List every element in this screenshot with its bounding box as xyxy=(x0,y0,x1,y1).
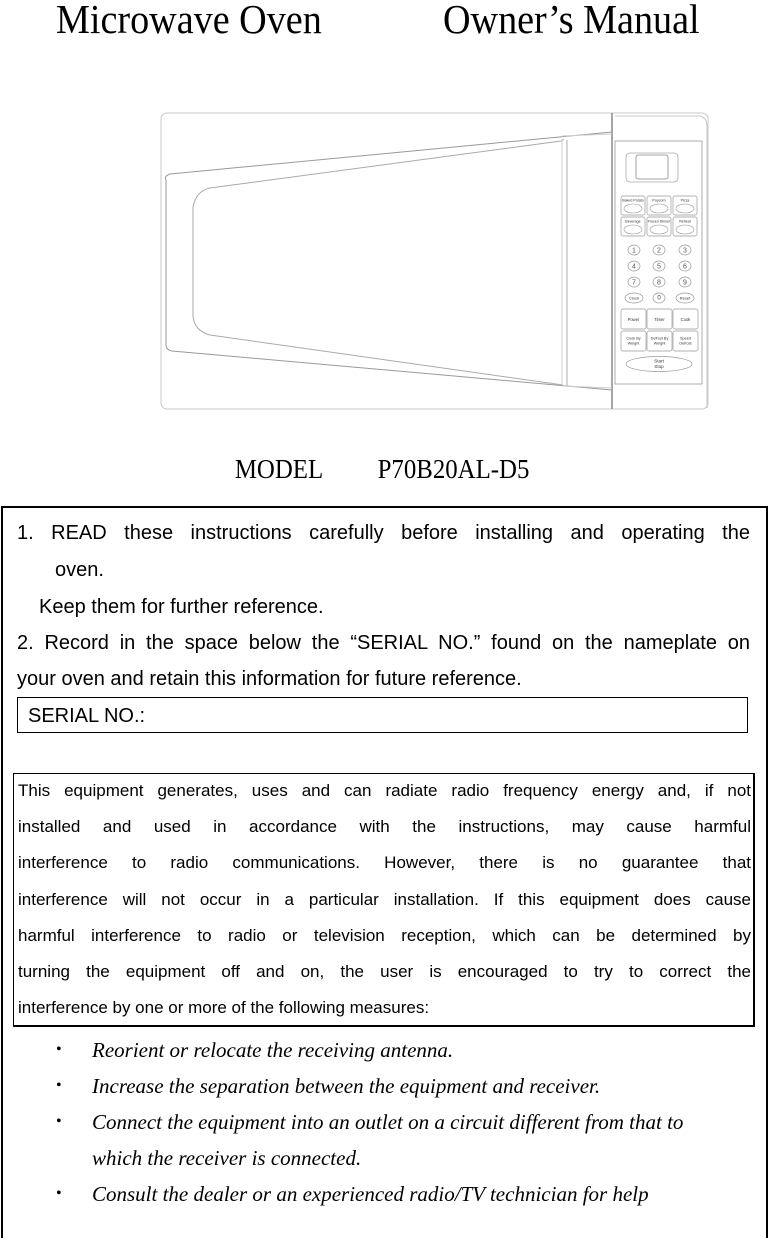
weight-button-label: Cook By xyxy=(626,337,640,341)
microwave-oven-icon: Baked Potato Popcorn Pizza Beverage Frozen D… xyxy=(160,112,709,410)
model-label: MODEL xyxy=(235,454,324,484)
instruction-2-line-2: your oven and retain this information fo… xyxy=(17,668,522,690)
food-icon xyxy=(649,224,669,235)
instruction-1-line-3: Keep them for further reference. xyxy=(39,596,324,618)
fcc-line: turning the equipment off and on, the us… xyxy=(18,962,751,981)
function-button-label: Timer xyxy=(654,317,665,322)
instruction-2-line-1: 2. Record in the space below the “SERIAL… xyxy=(17,632,750,654)
title-manual: Owner’s Manual xyxy=(443,0,700,42)
weight-button-label: Weight xyxy=(628,342,641,346)
fcc-line: interference by one or more of the follo… xyxy=(18,998,430,1017)
fcc-notice-box: This equipment generates, uses and can r… xyxy=(13,773,755,1027)
title-product: Microwave Oven xyxy=(56,0,322,42)
food-icon xyxy=(675,203,695,214)
bullet-icon: • xyxy=(56,1077,62,1094)
fcc-line: This equipment generates, uses and can r… xyxy=(18,781,751,800)
number-key-label: 7 xyxy=(632,280,636,287)
key-label: Clock xyxy=(629,296,639,301)
number-key-label: 1 xyxy=(632,248,636,255)
number-key-label: 3 xyxy=(683,248,687,255)
auto-cook-label: Beverage xyxy=(625,220,640,224)
model-number: P70B20AL-D5 xyxy=(378,454,530,484)
fcc-line: interference will not occur in a particu… xyxy=(18,890,751,909)
serial-number-field[interactable]: SERIAL NO.: xyxy=(17,697,748,733)
auto-cook-label: Pizza xyxy=(681,199,690,203)
auto-cook-label: Baked Potato xyxy=(622,199,644,203)
number-key-label: 2 xyxy=(657,248,661,255)
key-label: Reset xyxy=(680,296,691,301)
oven-door-outline xyxy=(165,131,613,391)
fcc-line: installed and used in accordance with th… xyxy=(18,817,751,836)
number-key-label: 4 xyxy=(632,264,636,271)
number-key-label: 8 xyxy=(657,280,661,287)
number-key-label: 6 xyxy=(683,264,687,271)
number-key-label: 5 xyxy=(657,264,661,271)
bullet-icon: • xyxy=(56,1113,62,1130)
bullet-icon: • xyxy=(56,1185,62,1202)
weight-button-label: Speed xyxy=(680,337,691,341)
weight-button-label: Weight xyxy=(654,342,667,346)
food-icon xyxy=(649,203,669,214)
auto-cook-label: Reheat xyxy=(679,220,691,224)
start-label: Start xyxy=(654,359,664,364)
instruction-1-line-2: oven. xyxy=(55,559,104,581)
display-window xyxy=(625,152,679,183)
key-label: 0 xyxy=(657,296,661,302)
food-icon xyxy=(623,224,643,235)
model-line: MODEL P70B20AL-D5 xyxy=(0,452,768,486)
weight-button-label: Defrost xyxy=(679,342,692,346)
food-icon xyxy=(675,224,695,235)
function-button-label: Power xyxy=(628,317,640,322)
fcc-line: interference to radio communications. Ho… xyxy=(18,853,751,872)
auto-cook-label: Frozen Dinner xyxy=(648,220,672,224)
weight-button-label: Defrost By xyxy=(651,337,669,341)
function-button-label: Cook xyxy=(681,317,692,322)
auto-cook-label: Popcorn xyxy=(652,199,665,203)
instruction-1-line-1: 1. READ these instructions carefully bef… xyxy=(17,522,750,544)
stop-label: Stop xyxy=(654,364,664,369)
oven-window-outline xyxy=(192,139,565,386)
document-title: Microwave Oven Owner’s Manual xyxy=(0,0,768,44)
fcc-line: harmful interference to radio or televis… xyxy=(18,926,751,945)
serial-number-label: SERIAL NO.: xyxy=(28,705,146,727)
number-key-label: 9 xyxy=(683,280,687,287)
food-icon xyxy=(623,203,643,214)
bullet-icon: • xyxy=(56,1041,62,1058)
